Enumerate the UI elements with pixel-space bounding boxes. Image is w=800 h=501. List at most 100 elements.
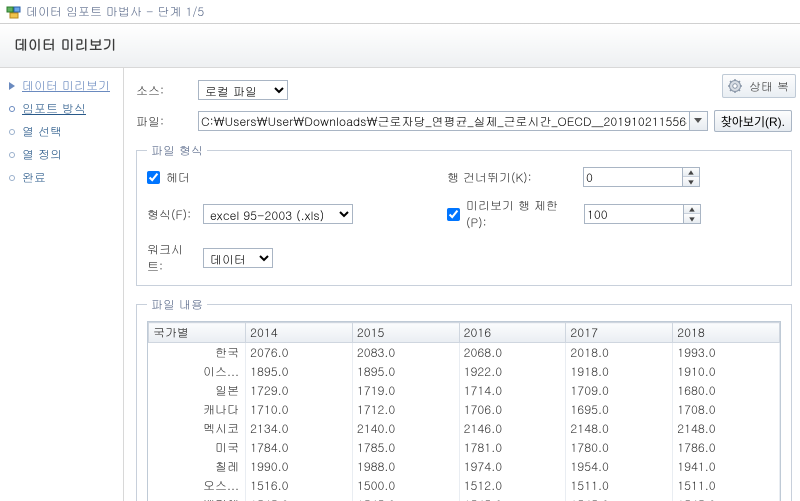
preview-limit-input[interactable] (584, 204, 684, 224)
table-row[interactable]: 칠레1990.01988.01974.01954.01941.0 (149, 457, 780, 476)
table-cell: 1708.0 (673, 400, 780, 419)
table-cell: 오스... (149, 476, 246, 495)
step-label: 완료 (22, 169, 46, 186)
worksheet-select[interactable]: 데이터 (203, 248, 273, 268)
file-format-legend: 파일 형식 (147, 142, 207, 159)
table-cell: 1781.0 (459, 438, 566, 457)
status-button-label: 상태 복 (749, 78, 789, 95)
table-row[interactable]: 일본1729.01719.01714.01709.01680.0 (149, 381, 780, 400)
step-preview[interactable]: 데이터 미리보기 (2, 74, 121, 97)
table-cell: 1545.0 (459, 495, 566, 501)
table-cell: 한국 (149, 343, 246, 363)
table-row[interactable]: 이스...1895.01895.01922.01918.01910.0 (149, 362, 780, 381)
preview-limit-checkbox[interactable] (447, 208, 460, 221)
banner-title: 데이터 미리보기 (14, 34, 117, 54)
column-header[interactable]: 국가별 (149, 323, 246, 343)
step-column-define[interactable]: 열 정의 (2, 143, 121, 166)
page-banner: 데이터 미리보기 (0, 24, 800, 68)
table-row[interactable]: 벨기에1545.01545.01545.01545.01545.0 (149, 495, 780, 501)
table-cell: 캐나다 (149, 400, 246, 419)
file-dropdown-button[interactable] (690, 111, 708, 131)
table-row[interactable]: 멕시코2134.02140.02146.02148.02148.0 (149, 419, 780, 438)
step-label: 데이터 미리보기 (22, 77, 110, 94)
main-panel: 상태 복 소스: 로컬 파일 파일: 찾아보기(R). (124, 68, 800, 501)
table-cell: 1545.0 (246, 495, 353, 501)
table-cell: 1719.0 (352, 381, 459, 400)
table-cell: 1516.0 (246, 476, 353, 495)
table-cell: 1895.0 (246, 362, 353, 381)
wizard-sidebar: 데이터 미리보기 임포트 방식 열 선택 열 정의 완료 (0, 68, 124, 501)
skip-rows-input[interactable] (583, 167, 683, 187)
window-title: 데이터 임포트 마법사 - 단계 1/5 (26, 3, 204, 20)
table-cell: 1512.0 (459, 476, 566, 495)
table-cell: 1714.0 (459, 381, 566, 400)
preview-limit-label: 미리보기 행 제한(P): (466, 197, 578, 231)
table-cell: 1545.0 (673, 495, 780, 501)
step-column-select[interactable]: 열 선택 (2, 120, 121, 143)
table-cell: 1780.0 (566, 438, 673, 457)
table-cell: 1993.0 (673, 343, 780, 363)
table-row[interactable]: 미국1784.01785.01781.01780.01786.0 (149, 438, 780, 457)
table-cell: 2148.0 (566, 419, 673, 438)
table-cell: 1712.0 (352, 400, 459, 419)
data-preview-table-wrap[interactable]: 국가별20142015201620172018 한국2076.02083.020… (147, 321, 781, 501)
table-cell: 1988.0 (352, 457, 459, 476)
header-checkbox[interactable] (147, 171, 160, 184)
table-cell: 2140.0 (352, 419, 459, 438)
bullet-icon (6, 149, 18, 161)
column-header[interactable]: 2018 (673, 323, 780, 343)
chevron-down-icon (694, 118, 702, 124)
skip-rows-label: 행 건너뛰기(K): (447, 169, 577, 186)
table-cell: 이스... (149, 362, 246, 381)
spin-down-button[interactable]: ▼ (684, 214, 700, 223)
titlebar: 데이터 임포트 마법사 - 단계 1/5 (0, 0, 800, 24)
table-cell: 1729.0 (246, 381, 353, 400)
table-cell: 1990.0 (246, 457, 353, 476)
file-content-legend: 파일 내용 (147, 296, 207, 313)
column-header[interactable]: 2015 (352, 323, 459, 343)
table-cell: 1954.0 (566, 457, 673, 476)
column-header[interactable]: 2017 (566, 323, 673, 343)
file-format-group: 파일 형식 헤더 행 건너뛰기(K): ▲ ▼ (136, 142, 792, 286)
source-label: 소스: (136, 82, 192, 99)
file-path-input[interactable] (198, 111, 690, 131)
table-row[interactable]: 오스...1516.01500.01512.01511.01511.0 (149, 476, 780, 495)
table-cell: 2018.0 (566, 343, 673, 363)
data-preview-table: 국가별20142015201620172018 한국2076.02083.020… (148, 322, 780, 501)
table-cell: 1710.0 (246, 400, 353, 419)
table-cell: 멕시코 (149, 419, 246, 438)
table-cell: 1922.0 (459, 362, 566, 381)
table-cell: 2148.0 (673, 419, 780, 438)
spin-down-button[interactable]: ▼ (683, 177, 699, 186)
format-label: 형식(F): (147, 206, 197, 223)
table-row[interactable]: 한국2076.02083.02068.02018.01993.0 (149, 343, 780, 363)
gear-icon (727, 78, 743, 94)
table-cell: 1680.0 (673, 381, 780, 400)
table-cell: 1784.0 (246, 438, 353, 457)
arrow-icon (6, 80, 18, 92)
status-button[interactable]: 상태 복 (722, 74, 796, 98)
table-cell: 2083.0 (352, 343, 459, 363)
table-cell: 1974.0 (459, 457, 566, 476)
column-header[interactable]: 2016 (459, 323, 566, 343)
table-cell: 2068.0 (459, 343, 566, 363)
bullet-icon (6, 172, 18, 184)
step-label: 임포트 방식 (22, 100, 86, 117)
table-cell: 일본 (149, 381, 246, 400)
table-cell: 1786.0 (673, 438, 780, 457)
column-header[interactable]: 2014 (246, 323, 353, 343)
table-row[interactable]: 캐나다1710.01712.01706.01695.01708.0 (149, 400, 780, 419)
format-select[interactable]: excel 95-2003 (.xls) (203, 204, 353, 224)
table-cell: 2134.0 (246, 419, 353, 438)
step-import-method[interactable]: 임포트 방식 (2, 97, 121, 120)
table-cell: 미국 (149, 438, 246, 457)
file-content-group: 파일 내용 국가별20142015201620172018 한국2076.020… (136, 296, 792, 501)
step-finish[interactable]: 완료 (2, 166, 121, 189)
browse-button[interactable]: 찾아보기(R). (714, 110, 792, 132)
source-select[interactable]: 로컬 파일 (198, 80, 288, 100)
table-cell: 1910.0 (673, 362, 780, 381)
table-cell: 1706.0 (459, 400, 566, 419)
table-cell: 2146.0 (459, 419, 566, 438)
table-cell: 1511.0 (566, 476, 673, 495)
bullet-icon (6, 103, 18, 115)
